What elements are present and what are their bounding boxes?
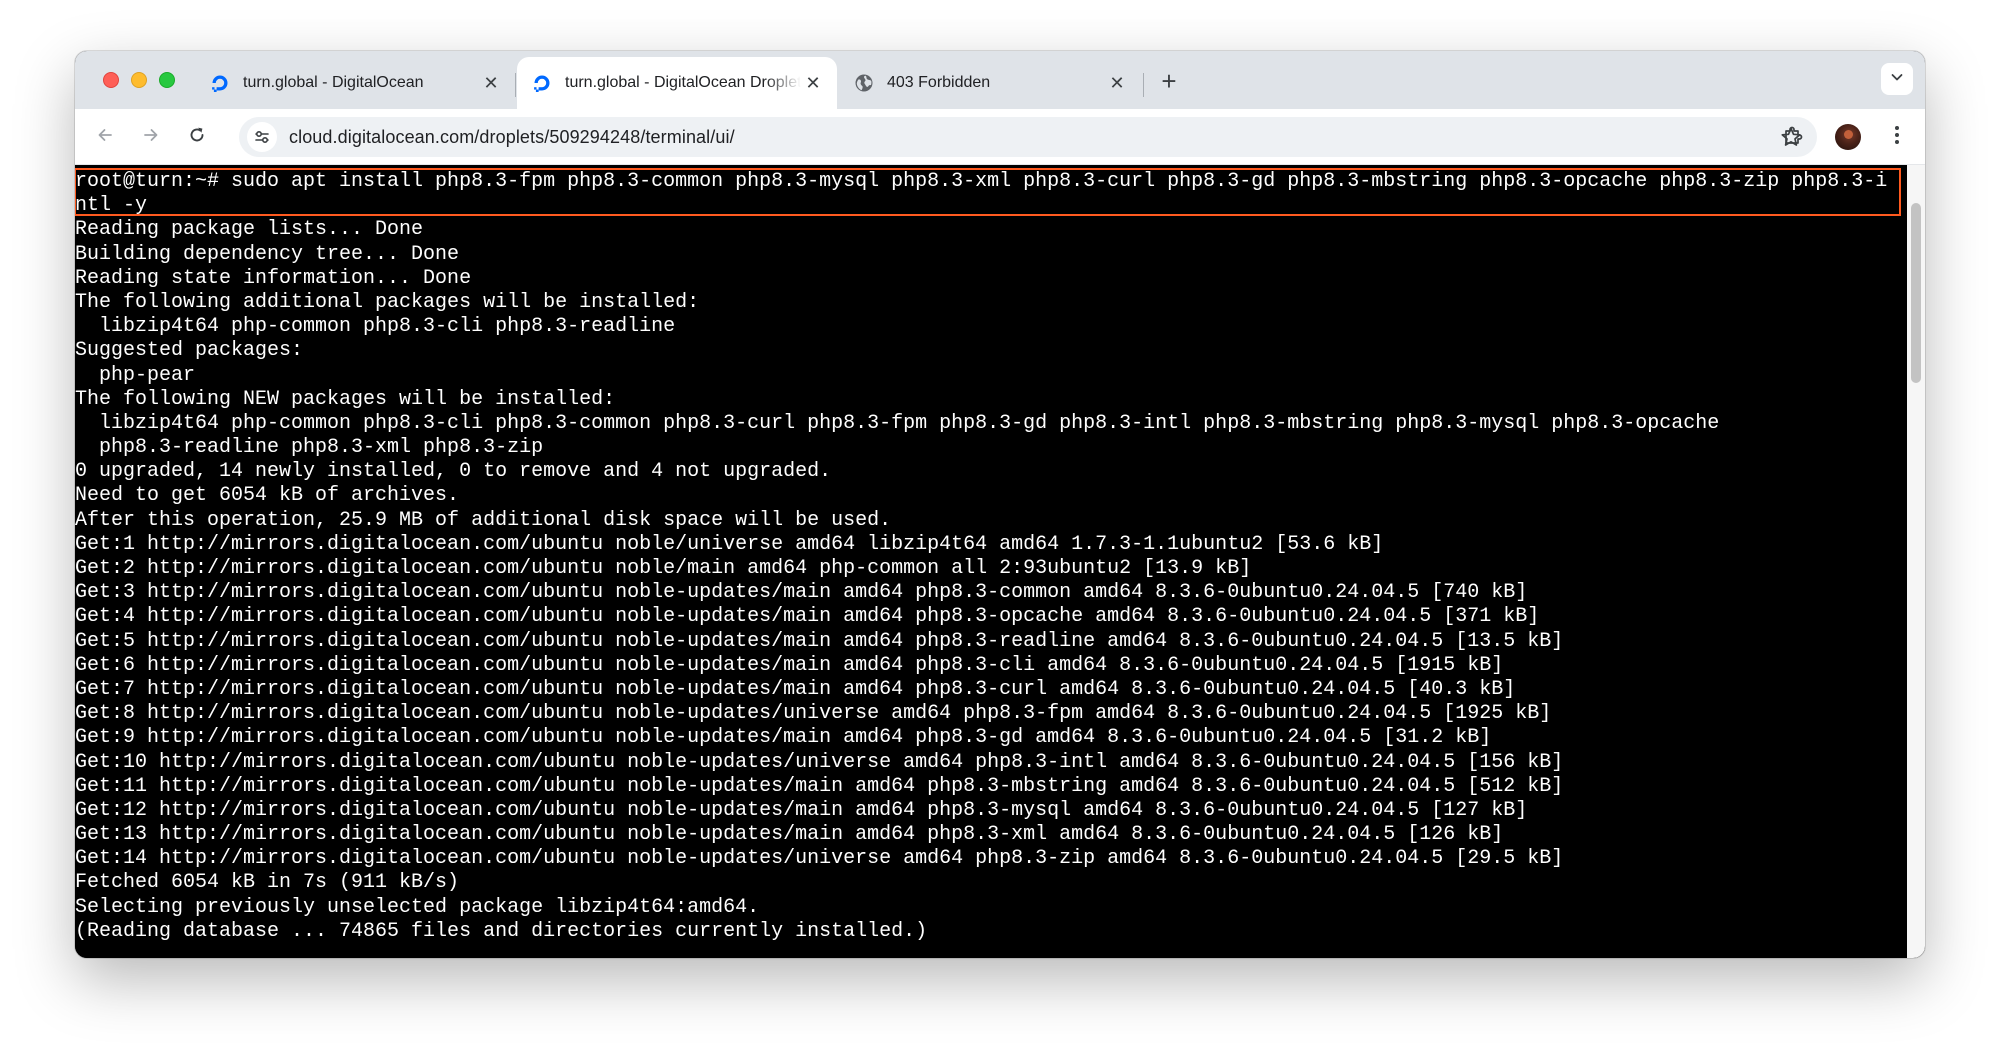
terminal-line: (Reading database ... 74865 files and di… xyxy=(75,919,928,943)
back-button[interactable] xyxy=(89,121,121,153)
terminal-command-line: root@turn:~# sudo apt install php8.3-fpm… xyxy=(75,170,1888,193)
new-tab-button[interactable]: + xyxy=(1155,67,1183,95)
terminal-line: Get:11 http://mirrors.digitalocean.com/u… xyxy=(75,774,1564,798)
terminal-line: Need to get 6054 kB of archives. xyxy=(75,484,460,508)
terminal-line: Selecting previously unselected package … xyxy=(75,895,760,919)
terminal-line: libzip4t64 php-common php8.3-cli php8.3-… xyxy=(75,315,676,339)
minimize-window-button[interactable] xyxy=(131,72,147,88)
close-window-button[interactable] xyxy=(103,72,119,88)
terminal-line: The following additional packages will b… xyxy=(75,290,700,314)
tab-bar: turn.global - DigitalOcean ✕ turn.global… xyxy=(75,51,1925,109)
reload-icon xyxy=(187,125,207,150)
terminal-line: Get:1 http://mirrors.digitalocean.com/ub… xyxy=(75,532,1384,556)
address-bar[interactable]: cloud.digitalocean.com/droplets/50929424… xyxy=(239,117,1817,157)
terminal-line: After this operation, 25.9 MB of additio… xyxy=(75,508,892,532)
browser-toolbar: cloud.digitalocean.com/droplets/50929424… xyxy=(75,109,1925,165)
terminal-line: Get:13 http://mirrors.digitalocean.com/u… xyxy=(75,823,1504,847)
digitalocean-icon xyxy=(531,72,553,94)
close-tab-icon[interactable]: ✕ xyxy=(479,71,503,95)
scrollbar-thumb[interactable] xyxy=(1911,203,1921,383)
terminal-line: Get:4 http://mirrors.digitalocean.com/ub… xyxy=(75,605,1540,629)
terminal-line: Building dependency tree... Done xyxy=(75,242,460,266)
close-tab-icon[interactable]: ✕ xyxy=(801,71,825,95)
terminal-output: root@turn:~# sudo apt install php8.3-fpm… xyxy=(75,170,1887,944)
tab-digitalocean-droplet[interactable]: turn.global - DigitalOcean Droplet ✕ xyxy=(517,57,837,109)
tab-separator xyxy=(1143,73,1144,97)
puzzle-piece-icon xyxy=(1782,124,1804,151)
terminal-scrollbar[interactable] xyxy=(1907,165,1925,958)
tab-403-forbidden[interactable]: 403 Forbidden ✕ xyxy=(839,57,1141,109)
zoom-window-button[interactable] xyxy=(159,72,175,88)
chevron-down-icon xyxy=(1890,70,1904,89)
globe-icon xyxy=(853,72,875,94)
reload-button[interactable] xyxy=(181,121,213,153)
arrow-right-icon xyxy=(141,125,161,150)
tab-separator xyxy=(515,73,516,97)
extensions-button[interactable] xyxy=(1779,123,1807,151)
terminal-line: Get:14 http://mirrors.digitalocean.com/u… xyxy=(75,847,1564,871)
terminal-line: Get:3 http://mirrors.digitalocean.com/ub… xyxy=(75,581,1528,605)
terminal-line: Suggested packages: xyxy=(75,339,304,363)
close-tab-icon[interactable]: ✕ xyxy=(1105,71,1129,95)
terminal-command-line: ntl -y xyxy=(75,194,148,218)
terminal-console[interactable]: root@turn:~# sudo apt install php8.3-fpm… xyxy=(75,165,1925,958)
browser-menu-button[interactable] xyxy=(1883,123,1911,151)
terminal-line: Get:6 http://mirrors.digitalocean.com/ub… xyxy=(75,653,1504,677)
tab-search-button[interactable] xyxy=(1881,63,1913,95)
browser-window: turn.global - DigitalOcean ✕ turn.global… xyxy=(75,51,1925,958)
terminal-line: Get:5 http://mirrors.digitalocean.com/ub… xyxy=(75,629,1564,653)
terminal-line: php8.3-readline php8.3-xml php8.3-zip xyxy=(75,436,544,460)
forward-button[interactable] xyxy=(135,121,167,153)
terminal-line: php-pear xyxy=(75,363,196,387)
terminal-line: Get:2 http://mirrors.digitalocean.com/ub… xyxy=(75,557,1252,580)
terminal-line: Fetched 6054 kB in 7s (911 kB/s) xyxy=(75,871,460,895)
terminal-line: Get:7 http://mirrors.digitalocean.com/ub… xyxy=(75,677,1516,701)
url-text[interactable]: cloud.digitalocean.com/droplets/50929424… xyxy=(289,127,735,148)
terminal-line: Get:9 http://mirrors.digitalocean.com/ub… xyxy=(75,726,1492,750)
arrow-left-icon xyxy=(95,125,115,150)
terminal-line: Get:12 http://mirrors.digitalocean.com/u… xyxy=(75,798,1528,822)
tab-title: 403 Forbidden xyxy=(887,74,991,91)
vertical-dots-icon xyxy=(1894,124,1900,151)
digitalocean-icon xyxy=(209,72,231,94)
terminal-line: The following NEW packages will be insta… xyxy=(75,387,616,411)
tab-title: turn.global - DigitalOcean xyxy=(243,74,424,91)
terminal-line: libzip4t64 php-common php8.3-cli php8.3-… xyxy=(75,411,1720,435)
site-settings-icon[interactable] xyxy=(247,122,277,152)
profile-avatar[interactable] xyxy=(1835,124,1861,150)
terminal-line: Get:8 http://mirrors.digitalocean.com/ub… xyxy=(75,702,1552,726)
terminal-line: Reading state information... Done xyxy=(75,266,472,290)
terminal-line: Reading package lists... Done xyxy=(75,218,424,242)
tab-digitalocean[interactable]: turn.global - DigitalOcean ✕ xyxy=(195,57,515,109)
terminal-line: Get:10 http://mirrors.digitalocean.com/u… xyxy=(75,750,1564,774)
tab-title: turn.global - DigitalOcean Droplet xyxy=(565,74,801,91)
terminal-line: 0 upgraded, 14 newly installed, 0 to rem… xyxy=(75,460,832,484)
